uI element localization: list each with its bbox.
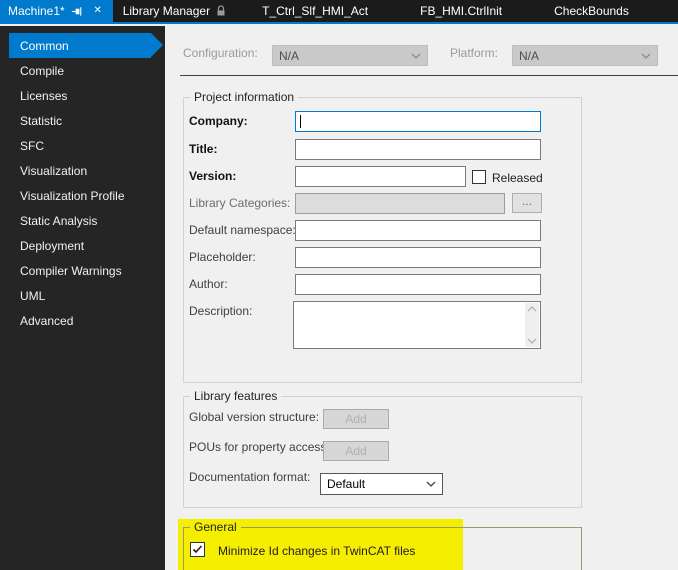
library-properties-window: Machine1* ✕ Library Manager T_Ctrl_Slf_H… xyxy=(0,0,678,570)
scroll-up-icon[interactable] xyxy=(527,306,537,312)
tab-label: FB_HMI.CtrlInit xyxy=(420,4,503,18)
pin-icon[interactable] xyxy=(71,4,85,18)
sidebar-item-label: UML xyxy=(20,288,46,303)
description-scrollbar[interactable] xyxy=(525,303,539,347)
default-namespace-field[interactable] xyxy=(295,220,541,241)
platform-select: N/A xyxy=(512,45,658,66)
tab-label: Machine1* xyxy=(8,4,65,18)
default-namespace-label: Default namespace: xyxy=(189,223,296,237)
tab-checkbounds[interactable]: CheckBounds xyxy=(528,0,655,22)
sidebar-item-advanced[interactable]: Advanced xyxy=(9,308,151,333)
sidebar-item-uml[interactable]: UML xyxy=(9,283,151,308)
version-input[interactable] xyxy=(295,166,466,187)
description-textarea[interactable] xyxy=(293,301,541,349)
sidebar-item-label: Compile xyxy=(20,63,65,78)
document-tab-bar: Machine1* ✕ Library Manager T_Ctrl_Slf_H… xyxy=(0,0,678,24)
minimize-id-changes-label: Minimize Id changes in TwinCAT files xyxy=(218,544,416,558)
description-label: Description: xyxy=(189,304,253,318)
tab-machine1[interactable]: Machine1* ✕ xyxy=(0,0,113,22)
separator xyxy=(180,75,678,76)
common-settings-panel: Configuration: N/A Platform: N/A Project… xyxy=(165,26,678,570)
documentation-format-value: Default xyxy=(327,477,366,491)
sidebar-item-visualization-profile[interactable]: Visualization Profile xyxy=(9,183,151,208)
sidebar-item-label: Common xyxy=(20,38,69,53)
group-title: Library features xyxy=(190,389,282,403)
sidebar-item-visualization[interactable]: Visualization xyxy=(9,158,151,183)
sidebar-item-label: Compiler Warnings xyxy=(20,263,122,278)
company-input[interactable] xyxy=(295,111,541,132)
sidebar-item-label: Advanced xyxy=(20,313,74,328)
scroll-down-icon[interactable] xyxy=(527,338,537,344)
configuration-value: N/A xyxy=(279,48,300,63)
company-label: Company: xyxy=(189,114,248,128)
minimize-id-changes-checkbox[interactable] xyxy=(190,542,205,557)
sidebar-item-sfc[interactable]: SFC xyxy=(9,133,151,158)
sidebar-item-deployment[interactable]: Deployment xyxy=(9,233,151,258)
version-label: Version: xyxy=(189,169,237,183)
text-caret xyxy=(300,115,301,128)
sidebar-item-label: Visualization Profile xyxy=(20,188,125,203)
sidebar-item-statistic[interactable]: Statistic xyxy=(9,108,151,133)
library-categories-label: Library Categories: xyxy=(189,196,291,210)
released-checkbox[interactable] xyxy=(472,170,486,184)
author-label: Author: xyxy=(189,277,228,291)
tab-library-manager[interactable]: Library Manager xyxy=(113,0,236,22)
tab-label: T_Ctrl_Slf_HMI_Act xyxy=(262,4,369,18)
configuration-select: N/A xyxy=(272,45,428,66)
global-version-structure-label: Global version structure: xyxy=(189,410,320,424)
lock-icon xyxy=(216,5,226,17)
title-label: Title: xyxy=(189,142,218,156)
sidebar-item-common[interactable]: Common xyxy=(9,33,163,58)
sidebar-item-label: SFC xyxy=(20,138,44,153)
released-label: Released xyxy=(492,171,543,185)
chevron-down-icon xyxy=(411,53,421,59)
title-input[interactable] xyxy=(295,139,541,160)
pous-add-button: Add xyxy=(323,441,389,461)
sidebar-item-label: Licenses xyxy=(20,88,68,103)
author-input[interactable] xyxy=(295,274,541,295)
sidebar-item-label: Deployment xyxy=(20,238,85,253)
sidebar-item-label: Static Analysis xyxy=(20,213,98,228)
platform-label: Platform: xyxy=(450,46,499,60)
checkmark-icon xyxy=(192,545,203,554)
platform-value: N/A xyxy=(519,48,540,63)
default-namespace-input[interactable] xyxy=(295,220,541,241)
group-title: Project information xyxy=(190,90,299,104)
sidebar-item-label: Visualization xyxy=(20,163,88,178)
configuration-label: Configuration: xyxy=(183,46,258,60)
global-version-add-button: Add xyxy=(323,409,389,429)
library-categories-input xyxy=(295,193,505,214)
tab-t-ctrl-slf-hmi-act[interactable]: T_Ctrl_Slf_HMI_Act xyxy=(236,0,394,22)
author-field[interactable] xyxy=(295,274,541,295)
title-field[interactable] xyxy=(295,139,541,160)
version-field[interactable] xyxy=(295,166,466,187)
sidebar-item-label: Statistic xyxy=(20,113,63,128)
pous-property-access-label: POUs for property access: xyxy=(189,440,330,454)
tab-fb-hmi-ctrlinit[interactable]: FB_HMI.CtrlInit xyxy=(394,0,528,22)
sidebar-item-licenses[interactable]: Licenses xyxy=(9,83,151,108)
placeholder-field[interactable] xyxy=(295,247,541,268)
placeholder-label: Placeholder: xyxy=(189,250,256,264)
chevron-down-icon xyxy=(641,53,651,59)
sidebar-item-compiler-warnings[interactable]: Compiler Warnings xyxy=(9,258,151,283)
group-title: General xyxy=(190,520,241,534)
tab-label: Library Manager xyxy=(122,4,211,18)
settings-category-sidebar: Common Compile Licenses Statistic SFC Vi… xyxy=(0,26,165,570)
sidebar-item-static-analysis[interactable]: Static Analysis xyxy=(9,208,151,233)
library-categories-field xyxy=(295,193,505,214)
chevron-down-icon xyxy=(426,481,436,487)
documentation-format-label: Documentation format: xyxy=(189,470,311,484)
placeholder-input[interactable] xyxy=(295,247,541,268)
library-categories-browse-button[interactable]: ... xyxy=(512,193,542,213)
tab-label: CheckBounds xyxy=(554,4,629,18)
documentation-format-select[interactable]: Default xyxy=(320,473,443,495)
company-field[interactable] xyxy=(295,111,541,132)
close-icon[interactable]: ✕ xyxy=(91,4,105,18)
sidebar-item-compile[interactable]: Compile xyxy=(9,58,151,83)
